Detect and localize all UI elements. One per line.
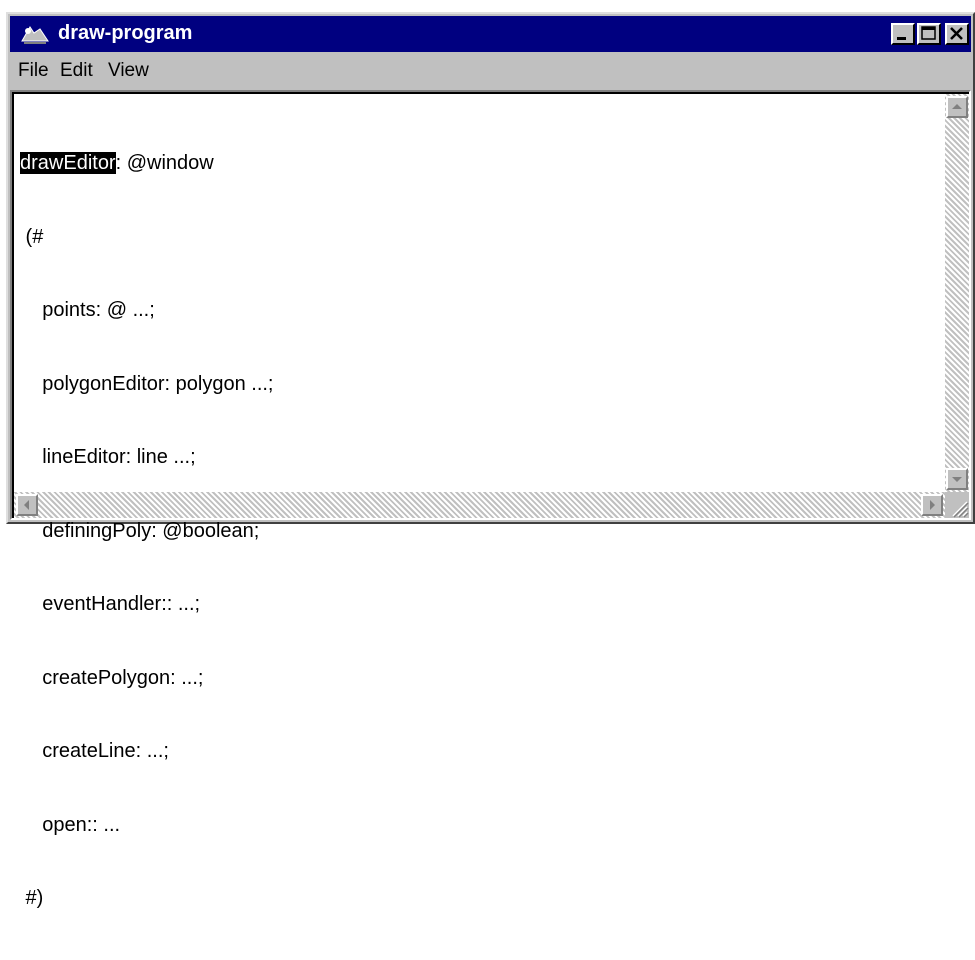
horizontal-scrollbar[interactable] [14,492,945,518]
code-line[interactable]: polygonEditor: polygon ...; [20,372,273,397]
arrow-left-icon [24,500,29,510]
code-line[interactable]: definingPoly: @boolean; [20,519,274,544]
code-line[interactable]: #) [20,886,274,911]
code-line[interactable]: lineEditor: line ...; [20,445,274,470]
menu-view[interactable]: View [108,60,149,82]
app-window: draw-program File Edit View drawEditor: … [6,12,975,909]
menu-bar: File Edit View [10,54,971,88]
maximize-button[interactable] [917,23,941,45]
arrow-down-icon [952,477,962,482]
scroll-right-button[interactable] [921,494,943,516]
title-bar[interactable]: draw-program [10,16,971,52]
minimize-icon [897,37,906,40]
code-line[interactable]: eventHandler:: ...; [20,592,274,617]
selected-text[interactable]: drawEditor [20,152,116,174]
menu-file[interactable]: File [18,60,49,82]
minimize-button[interactable] [891,23,915,45]
code-line[interactable]: (# [20,225,274,250]
close-icon [950,27,963,40]
arrow-up-icon [952,104,962,109]
menu-edit[interactable]: Edit [60,60,93,82]
maximize-icon [921,26,936,40]
window-title: draw-program [58,22,193,44]
code-line[interactable]: points: @ ...; [20,298,274,323]
code-line[interactable]: open:: ... [20,813,274,838]
close-button[interactable] [945,23,969,45]
code-line[interactable]: createPolygon: ...; [20,666,274,691]
code-editor[interactable]: drawEditor: @window (# points: @ ...; po… [10,90,971,909]
code-line[interactable]: drawEditor: @window [20,151,274,176]
resize-grip[interactable] [945,492,969,518]
resize-grip-icon [952,501,969,518]
scroll-down-button[interactable] [946,468,968,490]
code-line-rest: : @window [115,152,214,174]
arrow-right-icon [930,500,935,510]
vertical-scrollbar[interactable] [945,94,969,492]
scroll-up-button[interactable] [946,96,968,118]
code-line[interactable]: createLine: ...; [20,739,274,764]
scroll-left-button[interactable] [16,494,38,516]
app-icon[interactable] [20,23,50,45]
code-text[interactable]: drawEditor: @window (# points: @ ...; po… [20,102,274,960]
